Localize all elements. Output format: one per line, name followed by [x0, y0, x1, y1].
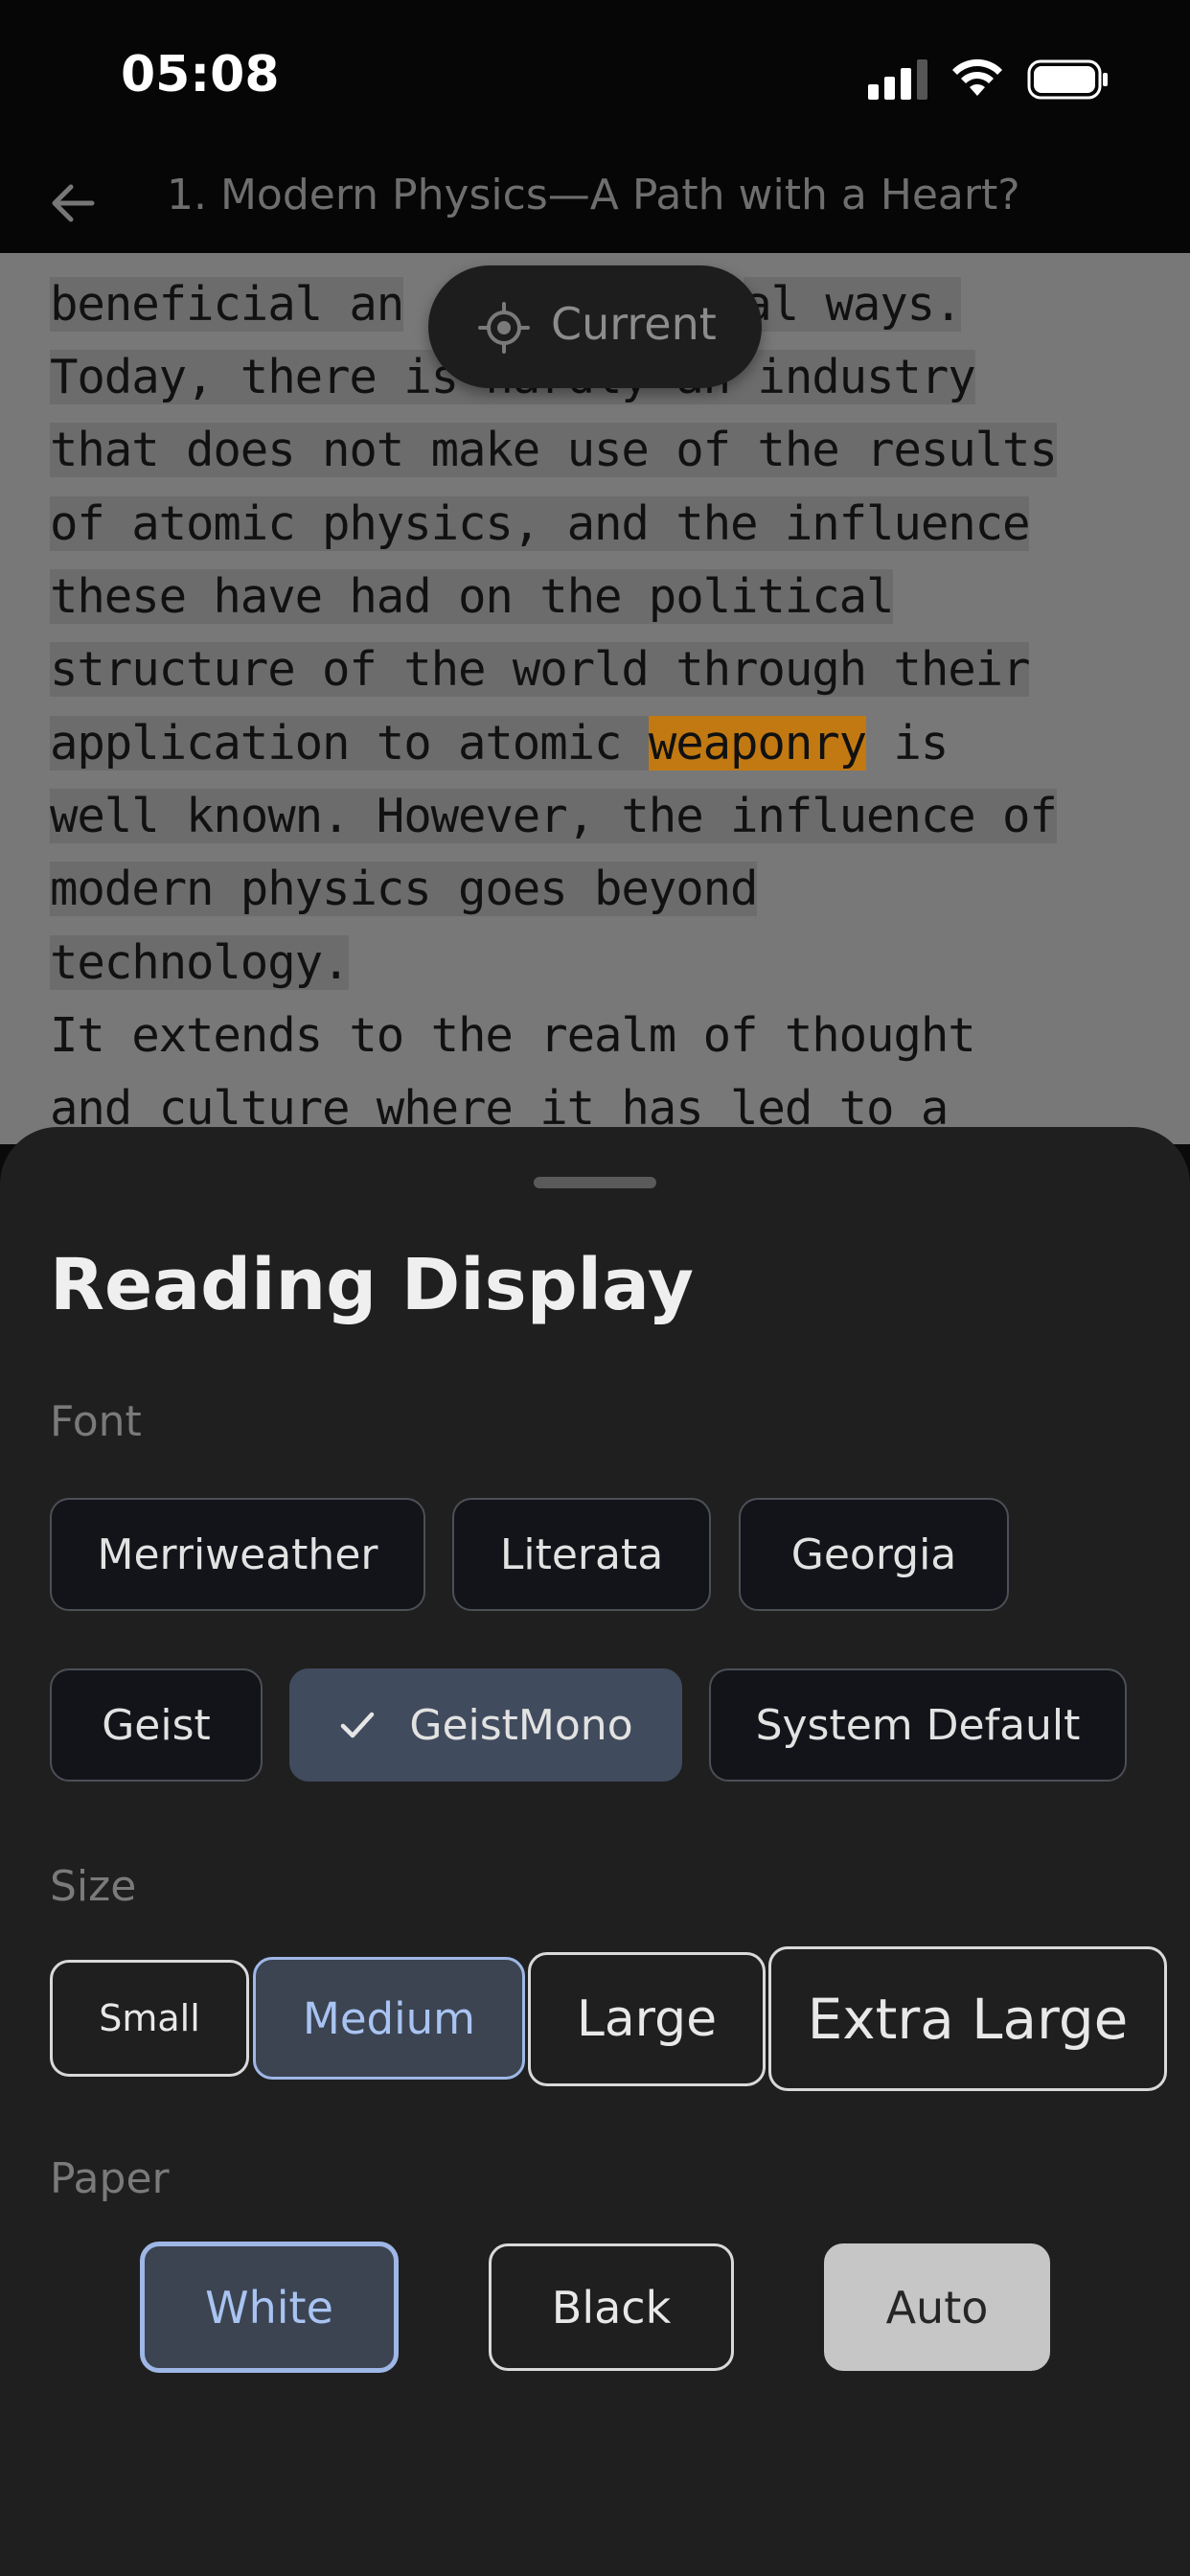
text-fragment: al ways. — [744, 277, 963, 332]
text-line: these have had on the political — [50, 569, 895, 624]
paper-option-white[interactable]: White — [140, 2242, 399, 2373]
sheet-title: Reading Display — [50, 1244, 694, 1326]
locate-icon — [478, 302, 530, 354]
status-time: 05:08 — [121, 46, 280, 104]
paper-option-black[interactable]: Black — [489, 2243, 734, 2371]
font-option-geist[interactable]: Geist — [50, 1668, 263, 1782]
text-line: technology. — [50, 935, 351, 990]
size-option-large[interactable]: Large — [528, 1952, 766, 2086]
size-option-small[interactable]: Small — [50, 1960, 249, 2077]
chapter-title: 1. Modern Physics—A Path with a Heart? — [167, 171, 1020, 219]
font-option-geistmono[interactable]: GeistMono — [289, 1668, 682, 1782]
font-option-literata[interactable]: Literata — [452, 1498, 711, 1611]
text-line: structure of the world through their — [50, 642, 1031, 697]
sheet-grabber[interactable] — [534, 1177, 656, 1188]
highlighted-word[interactable]: weaponry — [648, 716, 867, 770]
font-section-label: Font — [50, 1397, 142, 1446]
reading-pane[interactable]: beneficial anal ways. Today, there is ha… — [0, 253, 1190, 1144]
paper-option-auto[interactable]: Auto — [824, 2243, 1050, 2371]
back-arrow-icon[interactable] — [44, 174, 102, 232]
size-option-medium[interactable]: Medium — [253, 1957, 525, 2080]
text-line: of atomic physics, and the influence — [50, 496, 1031, 551]
size-section-label: Size — [50, 1862, 137, 1911]
current-button-label: Current — [551, 298, 717, 350]
size-option-extra-large[interactable]: Extra Large — [768, 1946, 1167, 2091]
font-option-georgia[interactable]: Georgia — [739, 1498, 1009, 1611]
text-line: that does not make use of the results — [50, 423, 1058, 477]
wifi-icon — [952, 58, 1002, 96]
font-option-merriweather[interactable]: Merriweather — [50, 1498, 425, 1611]
text-line: application to atomic weaponry is — [50, 716, 949, 770]
cellular-signal-icon — [868, 59, 927, 100]
text-fragment: beneficial an — [50, 277, 404, 332]
reading-display-sheet: Reading Display Font Merriweather Litera… — [0, 1127, 1190, 2576]
status-bar: 05:08 — [0, 0, 1190, 153]
nav-bar: 1. Modern Physics—A Path with a Heart? — [0, 153, 1190, 253]
battery-icon — [1027, 59, 1108, 100]
text-line: modern physics goes beyond — [50, 862, 759, 916]
text-line: It extends to the realm of thought — [50, 1008, 976, 1063]
paper-section-label: Paper — [50, 2154, 170, 2203]
font-option-system-default[interactable]: System Default — [709, 1668, 1127, 1782]
current-position-button[interactable]: Current — [428, 265, 762, 388]
text-line: well known. However, the influence of — [50, 789, 1058, 843]
checkmark-icon — [341, 1712, 375, 1738]
